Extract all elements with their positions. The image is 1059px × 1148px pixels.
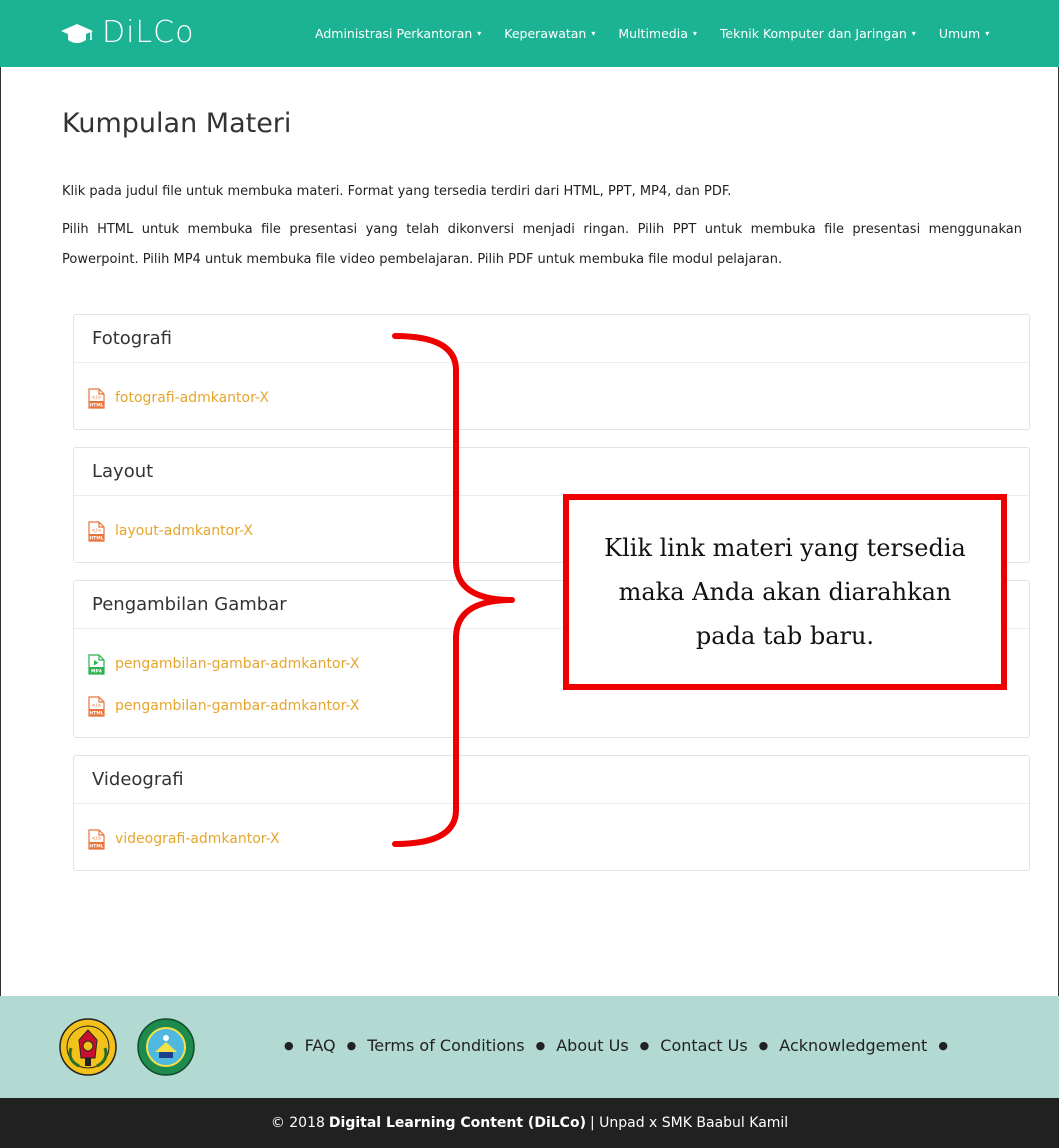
svg-text:HTML: HTML [89, 402, 103, 408]
menu-label: Umum [938, 26, 981, 41]
navbar: DiLCo Administrasi Perkantoran ▾ Keperaw… [0, 0, 1059, 67]
html-file-icon: </> HTML [88, 520, 105, 542]
file-link-label: fotografi-admkantor-X [115, 390, 269, 406]
menu-label: Multimedia [618, 26, 688, 41]
file-link-label: videografi-admkantor-X [115, 831, 280, 847]
menu-administrasi-perkantoran[interactable]: Administrasi Perkantoran ▾ [315, 26, 481, 41]
brand-name: DiLCo [102, 15, 195, 50]
annotation-brace [392, 333, 515, 847]
html-file-icon: </> HTML [88, 695, 105, 717]
annotation-line: pada tab baru. [695, 622, 875, 650]
instructions-text: Pilih HTML untuk membuka file presentasi… [62, 222, 1022, 267]
copyright-name: Digital Learning Content (DiLCo) [328, 1115, 586, 1131]
footer-links: ● FAQ ● Terms of Conditions ● About Us ●… [273, 1036, 959, 1055]
copyright-suffix: | Unpad x SMK Baabul Kamil [589, 1115, 789, 1131]
panel-title: Layout [74, 448, 1029, 496]
svg-text:HTML: HTML [89, 535, 103, 541]
svg-text:</>: </> [91, 703, 101, 709]
footer-link-about-us[interactable]: About Us [556, 1036, 628, 1055]
mp4-file-icon: MP4 [88, 653, 105, 675]
file-link-label: pengambilan-gambar-admkantor-X [115, 698, 360, 714]
graduation-cap-icon [60, 21, 94, 45]
html-file-icon: </> HTML [88, 387, 105, 409]
svg-text:</>: </> [91, 395, 101, 401]
page-title: Kumpulan Materi [62, 108, 292, 139]
footer-link-terms[interactable]: Terms of Conditions [367, 1036, 524, 1055]
copyright-bar: © 2018 Digital Learning Content (DiLCo) … [0, 1098, 1059, 1148]
annotation-line: Klik link materi yang tersedia [604, 534, 966, 562]
menu-teknik-komputer-jaringan[interactable]: Teknik Komputer dan Jaringan ▾ [720, 26, 916, 41]
menu-label: Teknik Komputer dan Jaringan [719, 26, 907, 41]
panel-videografi: Videografi </> HTML videografi-admkantor-… [73, 755, 1030, 871]
svg-text:</>: </> [91, 836, 101, 842]
chevron-down-icon: ▾ [985, 29, 990, 38]
brand-logo[interactable]: DiLCo [60, 16, 194, 50]
bullet: ● [758, 1039, 769, 1052]
footer: ● FAQ ● Terms of Conditions ● About Us ●… [0, 996, 1059, 1098]
bullet: ● [284, 1039, 294, 1052]
chevron-down-icon: ▾ [692, 29, 697, 38]
menu-label: Keperawatan [504, 26, 587, 41]
bullet: ● [535, 1039, 546, 1052]
bullet: ● [346, 1039, 357, 1052]
intro-text: Klik pada judul file untuk membuka mater… [62, 184, 732, 199]
main-menu: Administrasi Perkantoran ▾ Keperawatan ▾… [315, 0, 1012, 67]
file-link[interactable]: </> HTML pengambilan-gambar-admkantor-X [88, 685, 1029, 727]
panel-title: Videografi [74, 756, 1029, 804]
smk-baabul-kamil-logo [137, 1018, 195, 1076]
footer-link-faq[interactable]: FAQ [305, 1036, 336, 1055]
menu-label: Administrasi Perkantoran [315, 26, 473, 41]
svg-text:</>: </> [91, 528, 101, 534]
menu-keperawatan[interactable]: Keperawatan ▾ [504, 26, 595, 41]
file-link-label: pengambilan-gambar-admkantor-X [115, 656, 360, 672]
annotation-line: maka Anda akan diarahkan [618, 578, 952, 606]
menu-multimedia[interactable]: Multimedia ▾ [618, 26, 697, 41]
footer-link-acknowledgement[interactable]: Acknowledgement [779, 1036, 927, 1055]
annotation-callout: Klik link materi yang tersedia maka Anda… [563, 494, 1007, 690]
chevron-down-icon: ▾ [591, 29, 596, 38]
footer-link-contact-us[interactable]: Contact Us [660, 1036, 747, 1055]
file-link[interactable]: </> HTML videografi-admkantor-X [88, 818, 1029, 860]
file-link[interactable]: </> HTML fotografi-admkantor-X [88, 377, 1029, 419]
copyright-year: © 2018 [270, 1115, 325, 1131]
menu-umum[interactable]: Umum ▾ [939, 26, 989, 41]
panel-title: Fotografi [74, 315, 1029, 363]
panel-fotografi: Fotografi </> HTML fotografi-admkantor-X [73, 314, 1030, 430]
svg-text:HTML: HTML [89, 843, 103, 849]
svg-text:HTML: HTML [89, 710, 103, 716]
chevron-down-icon: ▾ [477, 29, 482, 38]
bullet: ● [639, 1039, 650, 1052]
unpad-logo [59, 1018, 117, 1076]
chevron-down-icon: ▾ [911, 29, 916, 38]
html-file-icon: </> HTML [88, 828, 105, 850]
file-link-label: layout-admkantor-X [115, 523, 254, 539]
bullet: ● [938, 1039, 948, 1052]
svg-text:MP4: MP4 [91, 668, 102, 674]
